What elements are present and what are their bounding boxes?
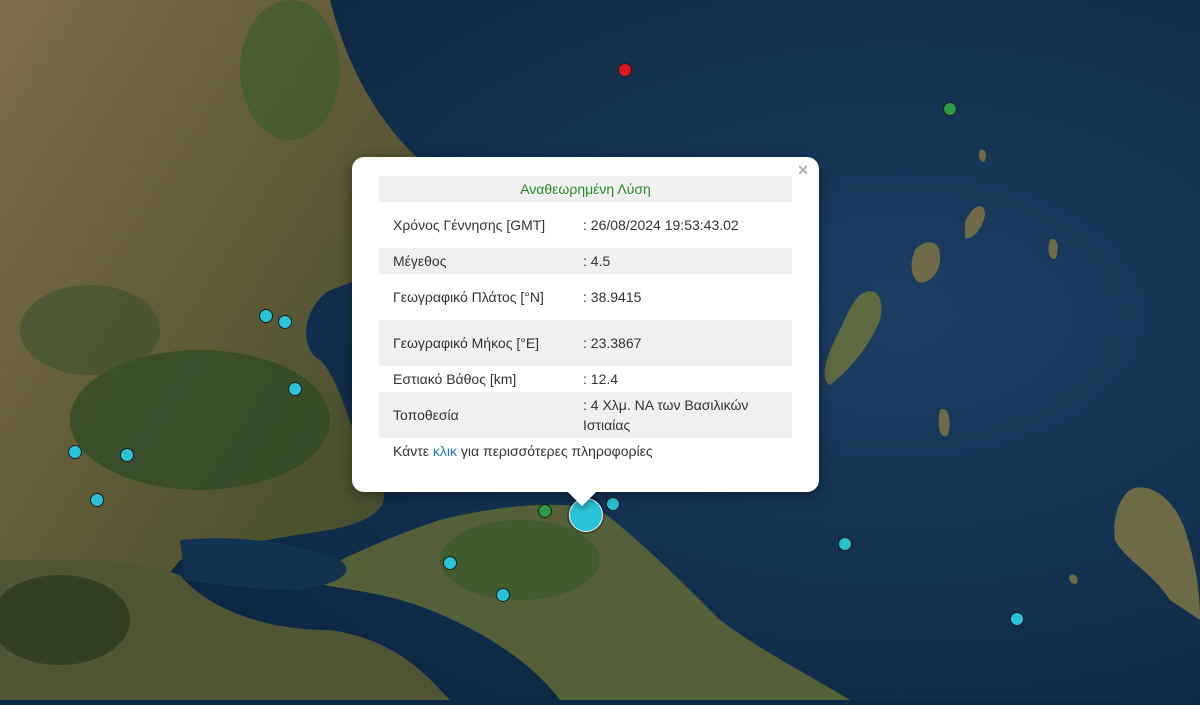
island	[1048, 239, 1058, 259]
table-row: Χρόνος Γέννησης [GMT] : 26/08/2024 19:53…	[379, 202, 792, 248]
more-info-suffix: για περισσότερες πληροφορίες	[457, 443, 653, 459]
close-icon[interactable]: ×	[795, 161, 811, 179]
magnitude-label: Μέγεθος	[379, 248, 553, 274]
forest-area	[440, 520, 600, 600]
table-row: Μέγεθος : 4.5	[379, 248, 792, 274]
origin-time-value: : 26/08/2024 19:53:43.02	[583, 217, 739, 233]
table-row: Εστιακό Βάθος [km] : 12.4	[379, 366, 792, 392]
forest-area	[20, 285, 160, 375]
earthquake-marker[interactable]	[606, 497, 620, 511]
earthquake-marker[interactable]	[618, 63, 632, 77]
earthquake-marker[interactable]	[288, 382, 302, 396]
popup-content: Αναθεωρημένη Λύση Χρόνος Γέννησης [GMT] …	[379, 176, 792, 461]
earthquake-marker[interactable]	[278, 315, 292, 329]
earthquake-marker[interactable]	[838, 537, 852, 551]
longitude-label: Γεωγραφικό Μήκος [°E]	[379, 320, 553, 366]
earthquake-marker[interactable]	[120, 448, 134, 462]
depth-label: Εστιακό Βάθος [km]	[393, 371, 517, 387]
location-label: Τοποθεσία	[379, 392, 553, 438]
table-row: Τοποθεσία : 4 Χλμ. ΝΑ των Βασιλικών Ιστι…	[379, 392, 792, 438]
earthquake-details-table: Αναθεωρημένη Λύση Χρόνος Γέννησης [GMT] …	[379, 176, 792, 438]
depth-value: : 12.4	[583, 371, 619, 387]
earthquake-marker[interactable]	[443, 556, 457, 570]
more-info-prefix: Κάντε	[393, 443, 433, 459]
selected-earthquake-marker[interactable]	[569, 498, 603, 532]
longitude-value: : 23.3867	[553, 320, 792, 366]
earthquake-marker[interactable]	[496, 588, 510, 602]
earthquake-info-popup: × Αναθεωρημένη Λύση Χρόνος Γέννησης [GMT…	[352, 157, 819, 507]
forest-area	[240, 0, 340, 140]
popup-title: Αναθεωρημένη Λύση	[379, 176, 792, 202]
table-row: Γεωγραφικό Πλάτος [°N] : 38.9415	[379, 274, 792, 320]
latitude-value: : 38.9415	[583, 289, 642, 305]
magnitude-value: : 4.5	[553, 248, 792, 274]
table-row: Γεωγραφικό Μήκος [°E] : 23.3867	[379, 320, 792, 366]
earthquake-marker[interactable]	[538, 504, 552, 518]
satellite-map[interactable]: × Αναθεωρημένη Λύση Χρόνος Γέννησης [GMT…	[0, 0, 1200, 700]
earthquake-marker[interactable]	[943, 102, 957, 116]
location-value: : 4 Χλμ. ΝΑ των Βασιλικών Ιστιαίας	[553, 392, 792, 438]
earthquake-marker[interactable]	[90, 493, 104, 507]
earthquake-marker[interactable]	[68, 445, 82, 459]
more-info-text: Κάντε κλικ για περισσότερες πληροφορίες	[379, 438, 792, 461]
more-info-link[interactable]: κλικ	[433, 443, 457, 459]
earthquake-marker[interactable]	[259, 309, 273, 323]
earthquake-marker[interactable]	[1010, 612, 1024, 626]
origin-time-label: Χρόνος Γέννησης [GMT]	[393, 217, 546, 233]
latitude-label: Γεωγραφικό Πλάτος [°N]	[393, 289, 544, 305]
